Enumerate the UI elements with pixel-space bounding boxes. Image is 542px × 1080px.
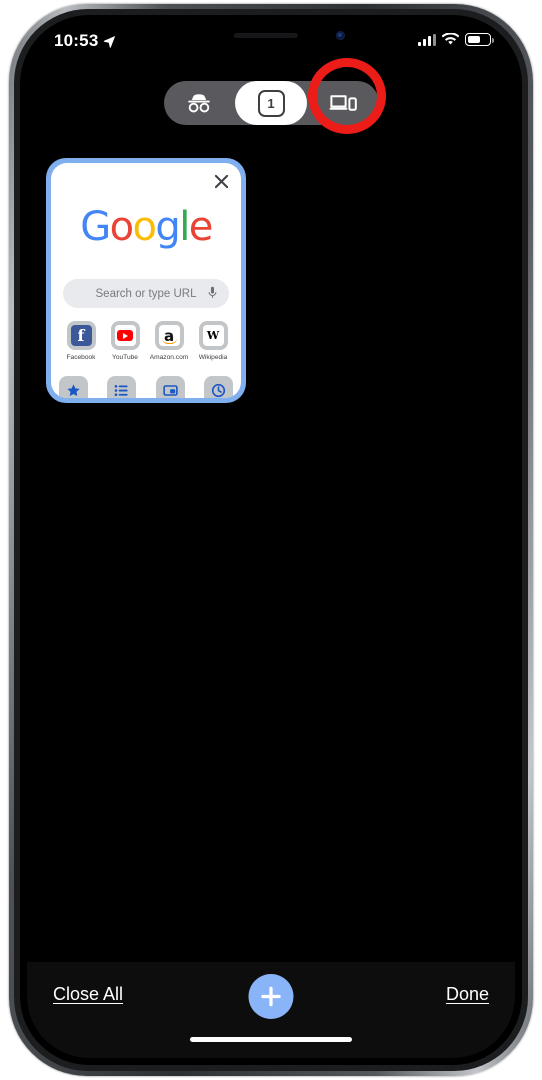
wifi-icon: [442, 33, 459, 45]
list-item[interactable]: YouTube: [103, 321, 147, 362]
battery-icon: [465, 33, 494, 46]
status-bar: 10:53: [27, 22, 515, 62]
logo-letter: l: [179, 204, 190, 250]
phone-screen: 10:53 1 Google Search or type URL f Face…: [27, 22, 515, 1058]
list-item[interactable]: W Wikipedia: [191, 321, 235, 362]
logo-letter: G: [80, 204, 111, 250]
wikipedia-icon: W: [198, 321, 228, 350]
status-indicators: [418, 33, 494, 46]
plus-icon: [261, 986, 281, 1007]
tab-card-preview: Google Search or type URL f Facebook You…: [51, 163, 241, 398]
tab-count-badge: 1: [257, 89, 285, 117]
logo-letter: g: [155, 204, 180, 250]
sidebar-item-tabs[interactable]: 1: [235, 81, 307, 125]
shortcut-label: Amazon.com: [149, 354, 189, 361]
youtube-icon: [110, 321, 140, 350]
done-button[interactable]: Done: [446, 984, 489, 1005]
bottom-toolbar: Close All Done: [27, 962, 515, 1058]
tab-card[interactable]: Google Search or type URL f Facebook You…: [46, 158, 246, 403]
new-tab-button[interactable]: [248, 974, 294, 1019]
segmented-control[interactable]: 1: [163, 81, 379, 125]
reading-list-icon[interactable]: [107, 376, 137, 398]
location-arrow-icon: [104, 35, 116, 48]
close-icon: [214, 174, 228, 188]
tab-grid: Google Search or type URL f Facebook You…: [27, 140, 515, 962]
tab-close-button[interactable]: [211, 171, 231, 191]
history-icon[interactable]: [203, 376, 233, 398]
amazon-icon: a: [154, 321, 184, 350]
shortcut-row-secondary: [59, 376, 233, 398]
cellular-bars-icon: [418, 33, 436, 46]
list-item[interactable]: a Amazon.com: [147, 321, 191, 362]
shortcut-row: f Facebook YouTube a Amazon.com W Wikipe…: [59, 321, 233, 362]
bookmark-star-icon[interactable]: [59, 376, 88, 398]
tab-mode-switcher: 1: [27, 58, 515, 134]
status-time-group: 10:53: [54, 31, 116, 51]
status-time: 10:53: [54, 31, 99, 50]
logo-letter: e: [188, 204, 214, 250]
facebook-icon: f: [66, 321, 96, 350]
close-all-button[interactable]: Close All: [53, 984, 123, 1005]
sidebar-item-remote-devices[interactable]: [307, 81, 379, 125]
sidebar-item-incognito[interactable]: [164, 81, 236, 125]
shortcut-label: YouTube: [112, 354, 138, 361]
list-item[interactable]: f Facebook: [59, 321, 103, 362]
incognito-icon: [188, 94, 211, 113]
shortcut-label: Wikipedia: [198, 354, 228, 361]
search-placeholder: Search or type URL: [95, 287, 197, 300]
logo-letter: o: [109, 204, 134, 250]
battery-level: [467, 35, 481, 44]
search-input[interactable]: Search or type URL: [63, 279, 229, 308]
home-indicator[interactable]: [190, 1037, 352, 1042]
screenshot-stage: 10:53 1 Google Search or type URL f Face…: [0, 0, 542, 1080]
google-logo: Google: [51, 207, 241, 247]
recent-tabs-icon[interactable]: [155, 376, 185, 398]
logo-letter: o: [132, 204, 157, 250]
devices-icon: [329, 95, 357, 111]
microphone-icon[interactable]: [208, 286, 217, 302]
shortcut-label: Facebook: [66, 354, 96, 361]
